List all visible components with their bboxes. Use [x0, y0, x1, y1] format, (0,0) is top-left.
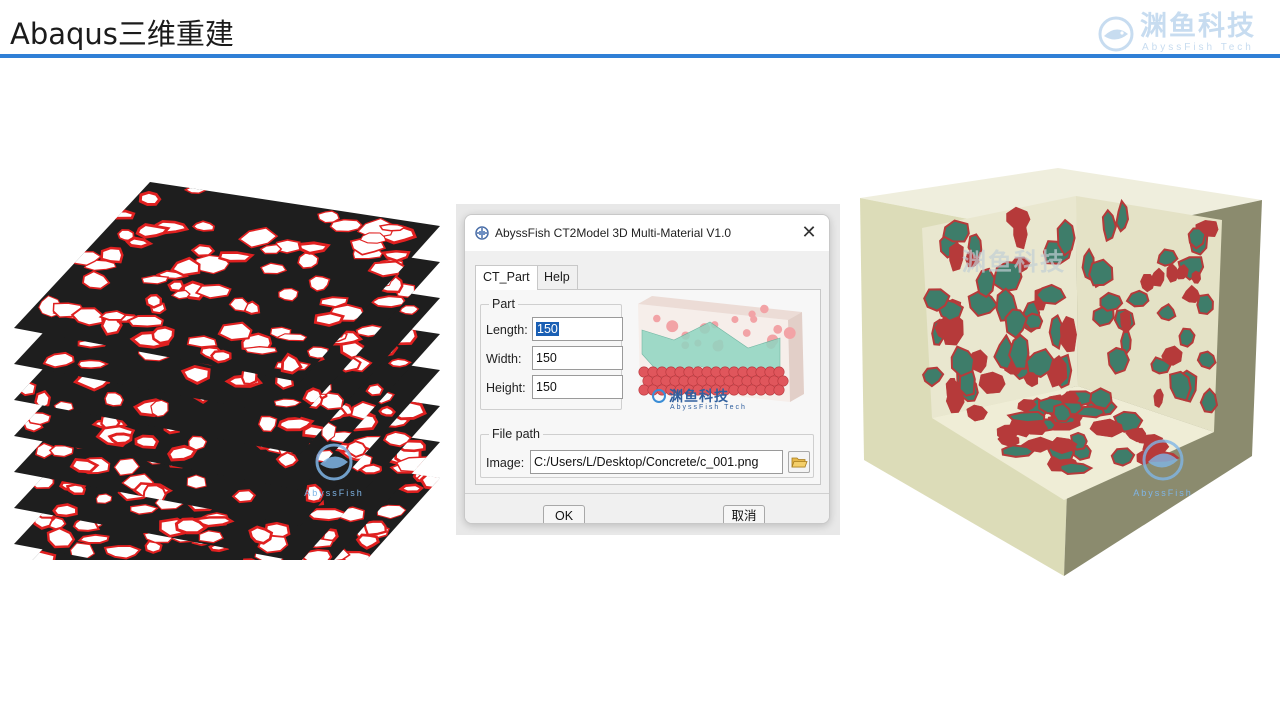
aggregate-particle	[52, 503, 78, 518]
length-label: Length:	[486, 323, 528, 337]
aggregate-particle	[126, 314, 164, 328]
aggregate-particle	[378, 223, 407, 232]
browse-button[interactable]	[788, 451, 810, 473]
aggregate-particle	[77, 359, 110, 370]
aggregate-particle	[138, 190, 162, 206]
height-label: Height:	[486, 381, 526, 395]
aggregate-particle	[65, 483, 87, 495]
fish-logo-icon	[1098, 16, 1134, 52]
cancel-button[interactable]: 取消	[723, 505, 765, 523]
cube-aggregate	[1001, 444, 1035, 458]
aggregate-particle	[362, 520, 388, 537]
aggregate-particle	[210, 349, 232, 364]
aggregate-particle	[419, 467, 440, 491]
tab-help[interactable]: Help	[536, 265, 578, 289]
preview-sphere	[760, 304, 769, 314]
cube-aggregate	[1023, 312, 1044, 331]
preview-sphere	[653, 314, 661, 323]
preview-sphere	[666, 320, 679, 333]
aggregate-particle	[217, 321, 253, 342]
fish-watermark-icon	[1142, 439, 1184, 481]
app-icon	[475, 226, 489, 240]
image-label: Image:	[486, 456, 525, 470]
aggregate-particle	[313, 311, 345, 327]
aggregate-particle	[77, 533, 110, 544]
length-input[interactable]: 150	[532, 317, 623, 341]
ct2model-dialog: AbyssFish CT2Model 3D Multi-Material V1.…	[464, 214, 830, 524]
height-input[interactable]: 150	[532, 375, 623, 399]
cube-aggregate	[1099, 291, 1124, 312]
part-group-label: Part	[489, 296, 518, 312]
aggregate-particle	[378, 405, 396, 417]
aggregate-particle	[151, 325, 175, 345]
aggregate-particle	[297, 252, 319, 270]
dialog-body: CT_Part Help Part Length: 150 Width: 150…	[465, 251, 829, 523]
preview-brand-tagline: AbyssFish Tech	[670, 404, 747, 411]
brand-tagline: AbyssFish Tech	[1142, 42, 1254, 53]
aggregate-particle	[190, 243, 216, 257]
length-value: 150	[536, 322, 559, 336]
width-label: Width:	[486, 352, 522, 366]
preview-sphere	[742, 329, 751, 337]
dialog-screenshot: AbyssFish CT2Model 3D Multi-Material V1.…	[456, 204, 840, 535]
filepath-group-label: File path	[489, 426, 543, 442]
aggregate-particle	[297, 241, 331, 255]
aggregate-particle	[100, 246, 124, 264]
fish-logo-small-icon	[652, 389, 666, 403]
slice-watermark-text: AbyssFish	[304, 488, 364, 498]
ct-slice-stack-graphic	[14, 182, 440, 634]
ok-button[interactable]: OK	[543, 505, 585, 523]
aggregate-particle	[278, 287, 299, 302]
preview-sphere	[748, 310, 756, 318]
dialog-titlebar[interactable]: AbyssFish CT2Model 3D Multi-Material V1.…	[465, 215, 829, 251]
aggregate-particle	[26, 412, 52, 426]
preview-brand-name: 渊鱼科技	[669, 389, 729, 405]
aggregate-particle	[48, 444, 74, 458]
tab-ct-part[interactable]: CT_Part	[475, 265, 538, 290]
cube-watermark: AbyssFish	[1128, 436, 1198, 498]
cube-top-brand-watermark: 渊鱼科技	[962, 248, 1066, 276]
aggregate-particle	[329, 218, 363, 233]
cube-watermark-text: AbyssFish	[1133, 488, 1193, 498]
aggregate-particle	[134, 434, 160, 449]
title-rule	[0, 54, 1280, 58]
preview-sphere	[773, 324, 783, 334]
aggregate-particle	[107, 432, 133, 446]
aggregate-particle	[398, 483, 425, 494]
aggregate-particle	[104, 391, 124, 407]
aggregate-particle	[365, 383, 384, 397]
folder-open-icon	[791, 457, 808, 468]
aggregate-particle	[145, 293, 163, 309]
slice-watermark: AbyssFish	[304, 440, 364, 500]
aggregate-particle	[167, 280, 185, 293]
cube-aggregate	[1006, 410, 1046, 424]
aggregate-particle	[218, 251, 255, 263]
reconstructed-3d-model-graphic	[860, 168, 1262, 576]
model-preview-image: 渊鱼科技 AbyssFish Tech	[630, 294, 810, 422]
tab-panel-ct-part: Part Length: 150 Width: 150 Height: 150 …	[475, 289, 821, 485]
aggregate-particle	[105, 209, 136, 220]
fish-watermark-icon	[315, 443, 353, 481]
preview-brand: 渊鱼科技	[652, 386, 729, 406]
aggregate-particle	[95, 493, 113, 504]
cube-aggregate	[1196, 293, 1214, 316]
brand-logo: 渊鱼科技 AbyssFish Tech	[1096, 12, 1266, 54]
aggregate-particle	[17, 380, 37, 397]
ct-slice-stack: AbyssFish	[10, 176, 446, 634]
cube-aggregate	[1178, 327, 1196, 348]
image-path-input[interactable]: C:/Users/L/Desktop/Concrete/c_001.png	[530, 450, 783, 474]
dialog-separator	[465, 493, 829, 494]
dialog-title: AbyssFish CT2Model 3D Multi-Material V1.…	[495, 226, 732, 240]
brand-name: 渊鱼科技	[1140, 11, 1256, 42]
preview-sphere	[773, 384, 785, 396]
slide-title: Abaqus三维重建	[10, 17, 234, 51]
preview-sphere	[731, 315, 739, 324]
close-icon[interactable]: ✕	[797, 221, 821, 245]
width-input[interactable]: 150	[532, 346, 623, 370]
preview-sphere	[783, 327, 796, 339]
cube-aggregate	[1191, 270, 1201, 284]
reconstructed-3d-model: 渊鱼科技 AbyssFish	[852, 160, 1272, 584]
